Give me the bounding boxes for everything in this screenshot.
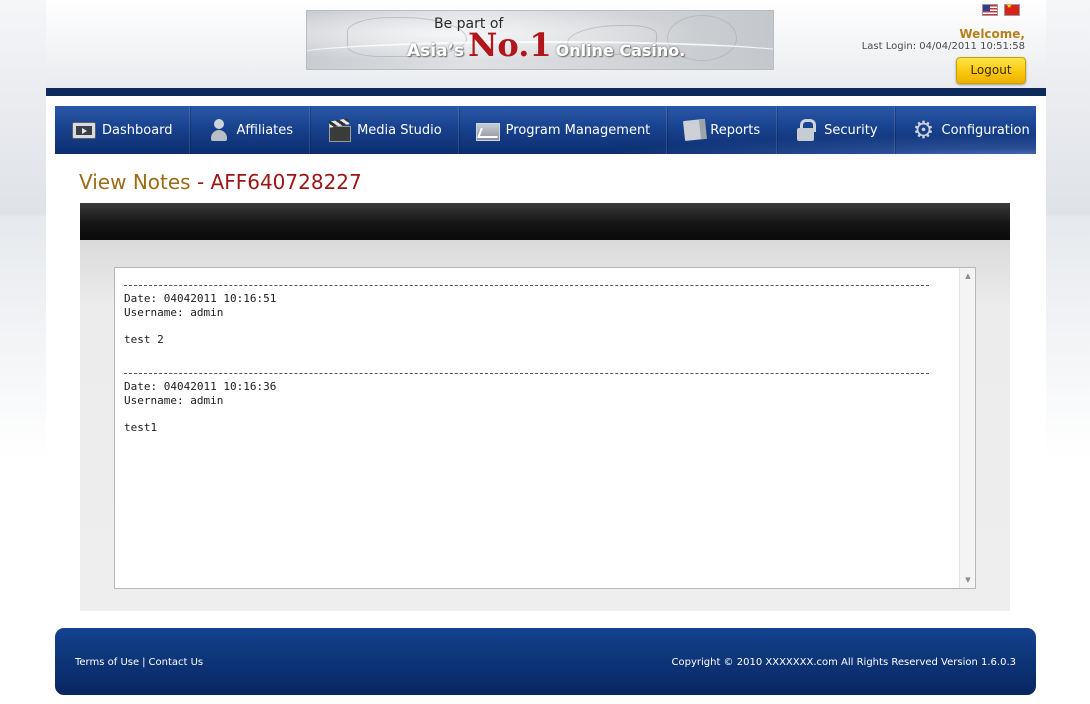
report-icon [683,119,706,141]
clapperboard-icon [327,118,352,142]
page-container: Be part of Asia’s No.1 Online Casino. We… [46,0,1046,704]
nav-item-program-management[interactable]: Program Management [459,106,668,154]
nav-item-label: Security [824,122,878,138]
last-login-text: Last Login: 04/04/2011 10:51:58 [861,41,1025,52]
main-nav: Dashboard Affiliates Media Studio Progra… [55,106,1036,154]
note-username: Username: admin [124,393,224,407]
english-flag-icon[interactable] [982,4,998,16]
nav-item-dashboard[interactable]: Dashboard [55,106,190,154]
logout-button[interactable]: Logout [956,57,1026,84]
nav-item-label: Dashboard [102,122,173,138]
banner-asias: Asia’s [407,41,465,61]
page-title: View Notes - AFF640728227 [79,170,362,194]
page-title-text: View Notes [79,170,191,194]
note-text: test 2 [124,332,164,346]
gear-icon: ⚙ [912,116,935,144]
footer-links: Terms of Use | Contact Us [75,657,203,668]
affiliates-icon [207,118,231,142]
note-entry: Date: 04042011 10:16:51 Username: admin … [124,285,949,346]
page-title-separator: - [196,170,205,194]
notes-content: Date: 04042011 10:16:51 Username: admin … [115,268,958,588]
notes-scrollbar[interactable]: ▲ ▼ [959,268,975,588]
panel-header [80,203,1010,240]
nav-item-label: Program Management [505,122,651,138]
note-date: Date: 04042011 10:16:51 [124,292,277,305]
panel-body: Date: 04042011 10:16:51 Username: admin … [80,240,1010,611]
contact-us-link[interactable]: Contact Us [149,657,204,668]
note-text: test1 [124,420,158,434]
nav-item-reports[interactable]: Reports [667,106,778,154]
nav-item-security[interactable]: Security [777,106,895,154]
copyright-text: Copyright © 2010 XXXXXXX.com All Rights … [671,657,1016,668]
nav-item-affiliates[interactable]: Affiliates [190,106,311,154]
notes-textarea[interactable]: Date: 04042011 10:16:51 Username: admin … [114,267,976,589]
nav-item-media-studio[interactable]: Media Studio [310,106,459,154]
scroll-up-arrow-icon[interactable]: ▲ [960,268,975,284]
nav-item-label: Media Studio [357,122,442,138]
terms-of-use-link[interactable]: Terms of Use [75,657,139,668]
dashboard-icon [72,121,96,139]
banner-no1: No.1 [468,26,552,64]
scroll-down-arrow-icon[interactable]: ▼ [960,572,975,588]
chart-icon [475,122,500,141]
nav-item-label: Configuration [941,122,1030,138]
affiliate-id: AFF640728227 [210,170,362,194]
header-divider [46,88,1046,96]
footer-link-separator: | [142,657,146,668]
footer: Terms of Use | Contact Us Copyright © 2010… [55,628,1036,695]
note-separator [124,285,929,286]
note-username: Username: admin [124,305,224,319]
nav-item-configuration[interactable]: ⚙ Configuration [895,106,1046,154]
casino-banner[interactable]: Be part of Asia’s No.1 Online Casino. [306,10,774,70]
note-separator [124,373,929,374]
nav-item-label: Reports [710,122,761,138]
nav-item-label: Affiliates [236,122,294,138]
chinese-flag-icon[interactable] [1004,2,1020,16]
note-entry: Date: 04042011 10:16:36 Username: admin … [124,373,949,434]
banner-casino: Online Casino. [555,41,686,60]
welcome-text: Welcome, [959,27,1025,41]
banner-headline: Asia’s No.1 Online Casino. [407,26,686,64]
note-date: Date: 04042011 10:16:36 [124,380,277,393]
lock-icon [794,118,818,142]
